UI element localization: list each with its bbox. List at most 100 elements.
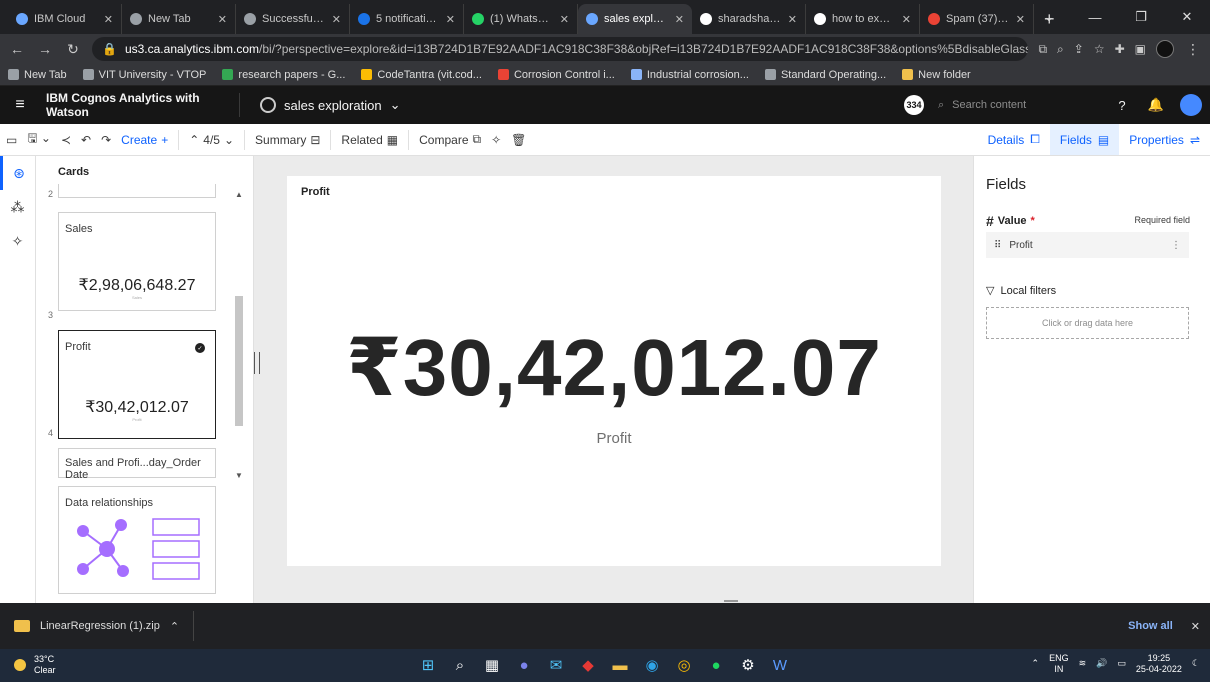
card-sales[interactable]: Sales ₹2,98,06,648.27 Sales (58, 212, 216, 311)
search-icon[interactable]: ⌕ (448, 653, 472, 677)
close-icon[interactable]: ✕ (1191, 620, 1200, 633)
chevron-up-icon[interactable]: ⌃ (189, 133, 199, 147)
word-icon[interactable]: W (768, 653, 792, 677)
redo-icon[interactable]: ↷ (101, 133, 111, 147)
chrome-icon[interactable]: ◎ (672, 653, 696, 677)
breadcrumb[interactable]: sales exploration ⌄ (240, 97, 400, 113)
teams-chat-icon[interactable]: ● (512, 653, 536, 677)
browser-tab[interactable]: how to export ✕ (806, 4, 920, 34)
language-indicator[interactable]: ENG IN (1049, 653, 1069, 675)
chevron-down-icon[interactable]: ⌄ (1026, 0, 1072, 34)
browser-tab[interactable]: (1) WhatsApp ✕ (464, 4, 578, 34)
scroll-up-icon[interactable]: ▲ (233, 190, 245, 199)
close-icon[interactable]: ✕ (560, 13, 569, 26)
battery-icon[interactable]: ▭ (1117, 658, 1126, 669)
close-window-button[interactable]: ✕ (1164, 0, 1210, 34)
profile-avatar[interactable] (1156, 40, 1174, 58)
bookmark-item[interactable]: New Tab (8, 69, 67, 81)
hamburger-menu-icon[interactable]: ≡ (0, 96, 40, 114)
card-data-relationships[interactable]: Data relationships (58, 486, 216, 594)
compare-button[interactable]: Compare ⧉ (419, 132, 481, 147)
maximize-button[interactable]: ❐ (1118, 0, 1164, 34)
translate-icon[interactable]: ⧉ (1038, 42, 1047, 57)
volume-icon[interactable]: 🔊 (1096, 658, 1107, 669)
zoom-icon[interactable]: ⌕ (1057, 42, 1064, 57)
minimize-button[interactable]: — (1072, 0, 1118, 34)
scroll-down-icon[interactable]: ▼ (233, 471, 245, 480)
overflow-menu-icon[interactable]: ⋮ (1171, 240, 1181, 251)
comment-icon[interactable]: ▭ (6, 133, 17, 147)
app-icon[interactable]: ◆ (576, 653, 600, 677)
star-icon[interactable]: ☆ (1094, 42, 1105, 57)
filter-drop-zone[interactable]: Click or drag data here (986, 307, 1189, 339)
drag-handle-icon[interactable]: ⠿ (994, 240, 1001, 251)
bookmark-item[interactable]: Industrial corrosion... (630, 69, 749, 81)
search-input[interactable]: ⌕ Search content (938, 93, 1098, 117)
pin-icon[interactable]: ✧ (0, 224, 35, 258)
help-icon[interactable]: ? (1112, 98, 1132, 113)
related-button[interactable]: Related ▦ (341, 133, 398, 147)
browser-tab[interactable]: Spam (37) - sl ✕ (920, 4, 1034, 34)
card-profit[interactable]: Profit ✓ ₹30,42,012.07 Profit (58, 330, 216, 439)
clock[interactable]: 19:25 25-04-2022 (1136, 653, 1182, 675)
reload-button[interactable]: ↻ (64, 41, 82, 58)
download-item[interactable]: LinearRegression (1).zip ⌃ (14, 611, 195, 641)
relationships-icon[interactable]: ⁂ (0, 190, 35, 224)
browser-tab[interactable]: 5 notifications ✕ (350, 4, 464, 34)
wifi-icon[interactable]: ≋ (1079, 658, 1087, 669)
value-field-pill[interactable]: ⠿ Profit ⋮ (986, 232, 1189, 258)
notification-badge[interactable]: 334 (904, 95, 924, 115)
edge-icon[interactable]: ◉ (640, 653, 664, 677)
close-icon[interactable]: ✕ (675, 13, 684, 26)
url-field[interactable]: 🔒 us3.ca.analytics.ibm.com/bi/?perspecti… (92, 37, 1029, 61)
close-icon[interactable]: ✕ (104, 13, 113, 26)
notifications-bell-icon[interactable]: 🔔 (1146, 97, 1166, 113)
show-all-button[interactable]: Show all (1128, 620, 1173, 632)
chevron-down-icon[interactable]: ⌄ (224, 133, 234, 147)
bookmark-folder[interactable]: New folder (902, 69, 971, 81)
windows-start-icon[interactable]: ⊞ (416, 653, 440, 677)
kpi-visualization[interactable]: Profit ₹30,42,012.07 Profit (287, 176, 941, 566)
close-icon[interactable]: ✕ (218, 13, 227, 26)
weather-widget[interactable]: 33°C Clear (14, 654, 56, 676)
details-tab[interactable]: Details ⧠ (978, 124, 1050, 155)
bookmark-item[interactable]: VIT University - VTOP (82, 69, 206, 81)
chevron-up-icon[interactable]: ⌃ (1032, 658, 1040, 669)
browser-tab[interactable]: New Tab ✕ (122, 4, 236, 34)
chevron-down-icon[interactable]: ⌄ (390, 97, 401, 113)
panel-resize-handle[interactable] (254, 352, 260, 374)
bookmark-item[interactable]: CodeTantra (vit.cod... (361, 69, 482, 81)
pin-icon[interactable]: ✧ (491, 133, 501, 147)
bookmark-item[interactable]: research papers - G... (222, 69, 345, 81)
close-icon[interactable]: ✕ (788, 13, 797, 26)
delete-icon[interactable]: 🗑 (511, 133, 526, 147)
save-button[interactable]: 🖫 ⌄ (27, 129, 51, 150)
card-sales-and-profit[interactable]: Sales and Profi...day_Order Date (58, 448, 216, 481)
task-view-icon[interactable]: ▦ (480, 653, 504, 677)
menu-icon[interactable]: ⋮ (1184, 41, 1202, 58)
browser-tab[interactable]: Successful Pro ✕ (236, 4, 350, 34)
browser-tab[interactable]: IBM Cloud ✕ (8, 4, 122, 34)
mail-icon[interactable]: ✉ (544, 653, 568, 677)
cards-scrollbar[interactable]: ▲ ▼ (233, 188, 245, 484)
bottom-resize-handle[interactable] (724, 600, 738, 602)
extensions-icon[interactable]: ✚ (1115, 42, 1125, 57)
spotify-icon[interactable]: ● (704, 653, 728, 677)
user-avatar[interactable] (1180, 94, 1202, 116)
card-partial[interactable] (58, 184, 216, 198)
bookmark-item[interactable]: Standard Operating... (764, 69, 886, 81)
close-icon[interactable]: ✕ (446, 13, 455, 26)
chevron-up-icon[interactable]: ⌃ (170, 620, 179, 633)
forward-button[interactable]: → (36, 41, 54, 57)
settings-gear-icon[interactable]: ⚙ (736, 653, 760, 677)
browser-tab[interactable]: sharadshaurya ✕ (692, 4, 806, 34)
scrollbar-thumb[interactable] (235, 296, 243, 426)
back-button[interactable]: ← (8, 41, 26, 57)
undo-icon[interactable]: ↶ (81, 133, 91, 147)
close-icon[interactable]: ✕ (1016, 13, 1025, 26)
summary-button[interactable]: Summary ⊟ (255, 133, 320, 147)
sidepanel-icon[interactable]: ▣ (1135, 42, 1146, 57)
bookmark-item[interactable]: Corrosion Control i... (497, 69, 615, 81)
cards-view-icon[interactable]: ⊛ (0, 156, 35, 190)
close-icon[interactable]: ✕ (332, 13, 341, 26)
